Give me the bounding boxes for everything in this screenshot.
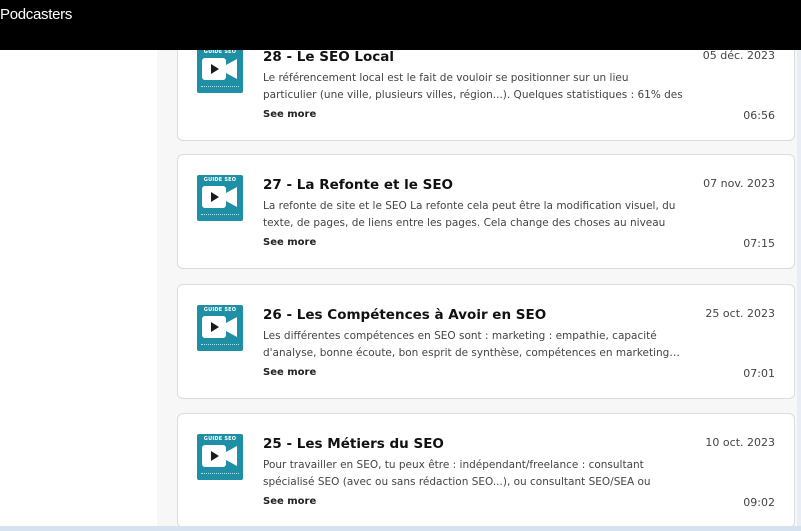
app-title[interactable]: Podcasters [0, 6, 72, 23]
thumbnail-footer [201, 214, 239, 218]
episode-title[interactable]: 28 - Le SEO Local [263, 49, 394, 65]
video-camera-icon [202, 316, 237, 338]
episode-description: La refonte de site et le SEO La refonte … [263, 200, 676, 229]
thumbnail-footer [201, 473, 239, 477]
episode-description: Le référencement local est le fait de vo… [263, 72, 683, 101]
episode-thumbnail[interactable]: GUIDE SEO [197, 47, 243, 93]
thumbnail-label: GUIDE SEO [203, 436, 237, 442]
episode-thumbnail[interactable]: GUIDE SEO [197, 305, 243, 351]
episode-card[interactable]: GUIDE SEO 25 - Les Métiers du SEO 10 oct… [177, 413, 795, 528]
episode-thumbnail[interactable]: GUIDE SEO [197, 434, 243, 480]
episode-date: 07 nov. 2023 [703, 177, 775, 190]
episode-card[interactable]: GUIDE SEO 26 - Les Compétences à Avoir e… [177, 284, 795, 399]
see-more-link[interactable]: See more [263, 367, 316, 378]
episode-date: 05 déc. 2023 [702, 49, 775, 62]
episode-title[interactable]: 27 - La Refonte et le SEO [263, 177, 453, 193]
episode-list: GUIDE SEO 28 - Le SEO Local 05 déc. 2023… [0, 0, 801, 531]
thumbnail-label: GUIDE SEO [203, 307, 237, 313]
see-more-link[interactable]: See more [263, 496, 316, 507]
video-camera-icon [202, 445, 237, 467]
episode-duration: 07:01 [743, 367, 775, 380]
episode-duration: 09:02 [743, 496, 775, 509]
bottom-edge [0, 526, 801, 531]
episode-title[interactable]: 25 - Les Métiers du SEO [263, 436, 444, 452]
thumbnail-label: GUIDE SEO [203, 177, 237, 183]
video-camera-icon [202, 58, 237, 80]
episode-card[interactable]: GUIDE SEO 27 - La Refonte et le SEO 07 n… [177, 154, 795, 269]
episode-title[interactable]: 26 - Les Compétences à Avoir en SEO [263, 307, 546, 323]
episode-duration: 06:56 [743, 109, 775, 122]
video-camera-icon [202, 186, 237, 208]
episode-description: Les différentes compétences en SEO sont … [263, 330, 680, 359]
episode-date: 25 oct. 2023 [705, 307, 775, 320]
episode-description: Pour travailler en SEO, tu peux être : i… [263, 459, 651, 488]
top-header: Podcasters [0, 0, 801, 50]
episode-duration: 07:15 [743, 237, 775, 250]
see-more-link[interactable]: See more [263, 237, 316, 248]
episode-date: 10 oct. 2023 [705, 436, 775, 449]
scrollbar[interactable] [797, 50, 801, 531]
episode-thumbnail[interactable]: GUIDE SEO [197, 175, 243, 221]
see-more-link[interactable]: See more [263, 109, 316, 120]
thumbnail-footer [201, 344, 239, 348]
thumbnail-footer [201, 86, 239, 90]
